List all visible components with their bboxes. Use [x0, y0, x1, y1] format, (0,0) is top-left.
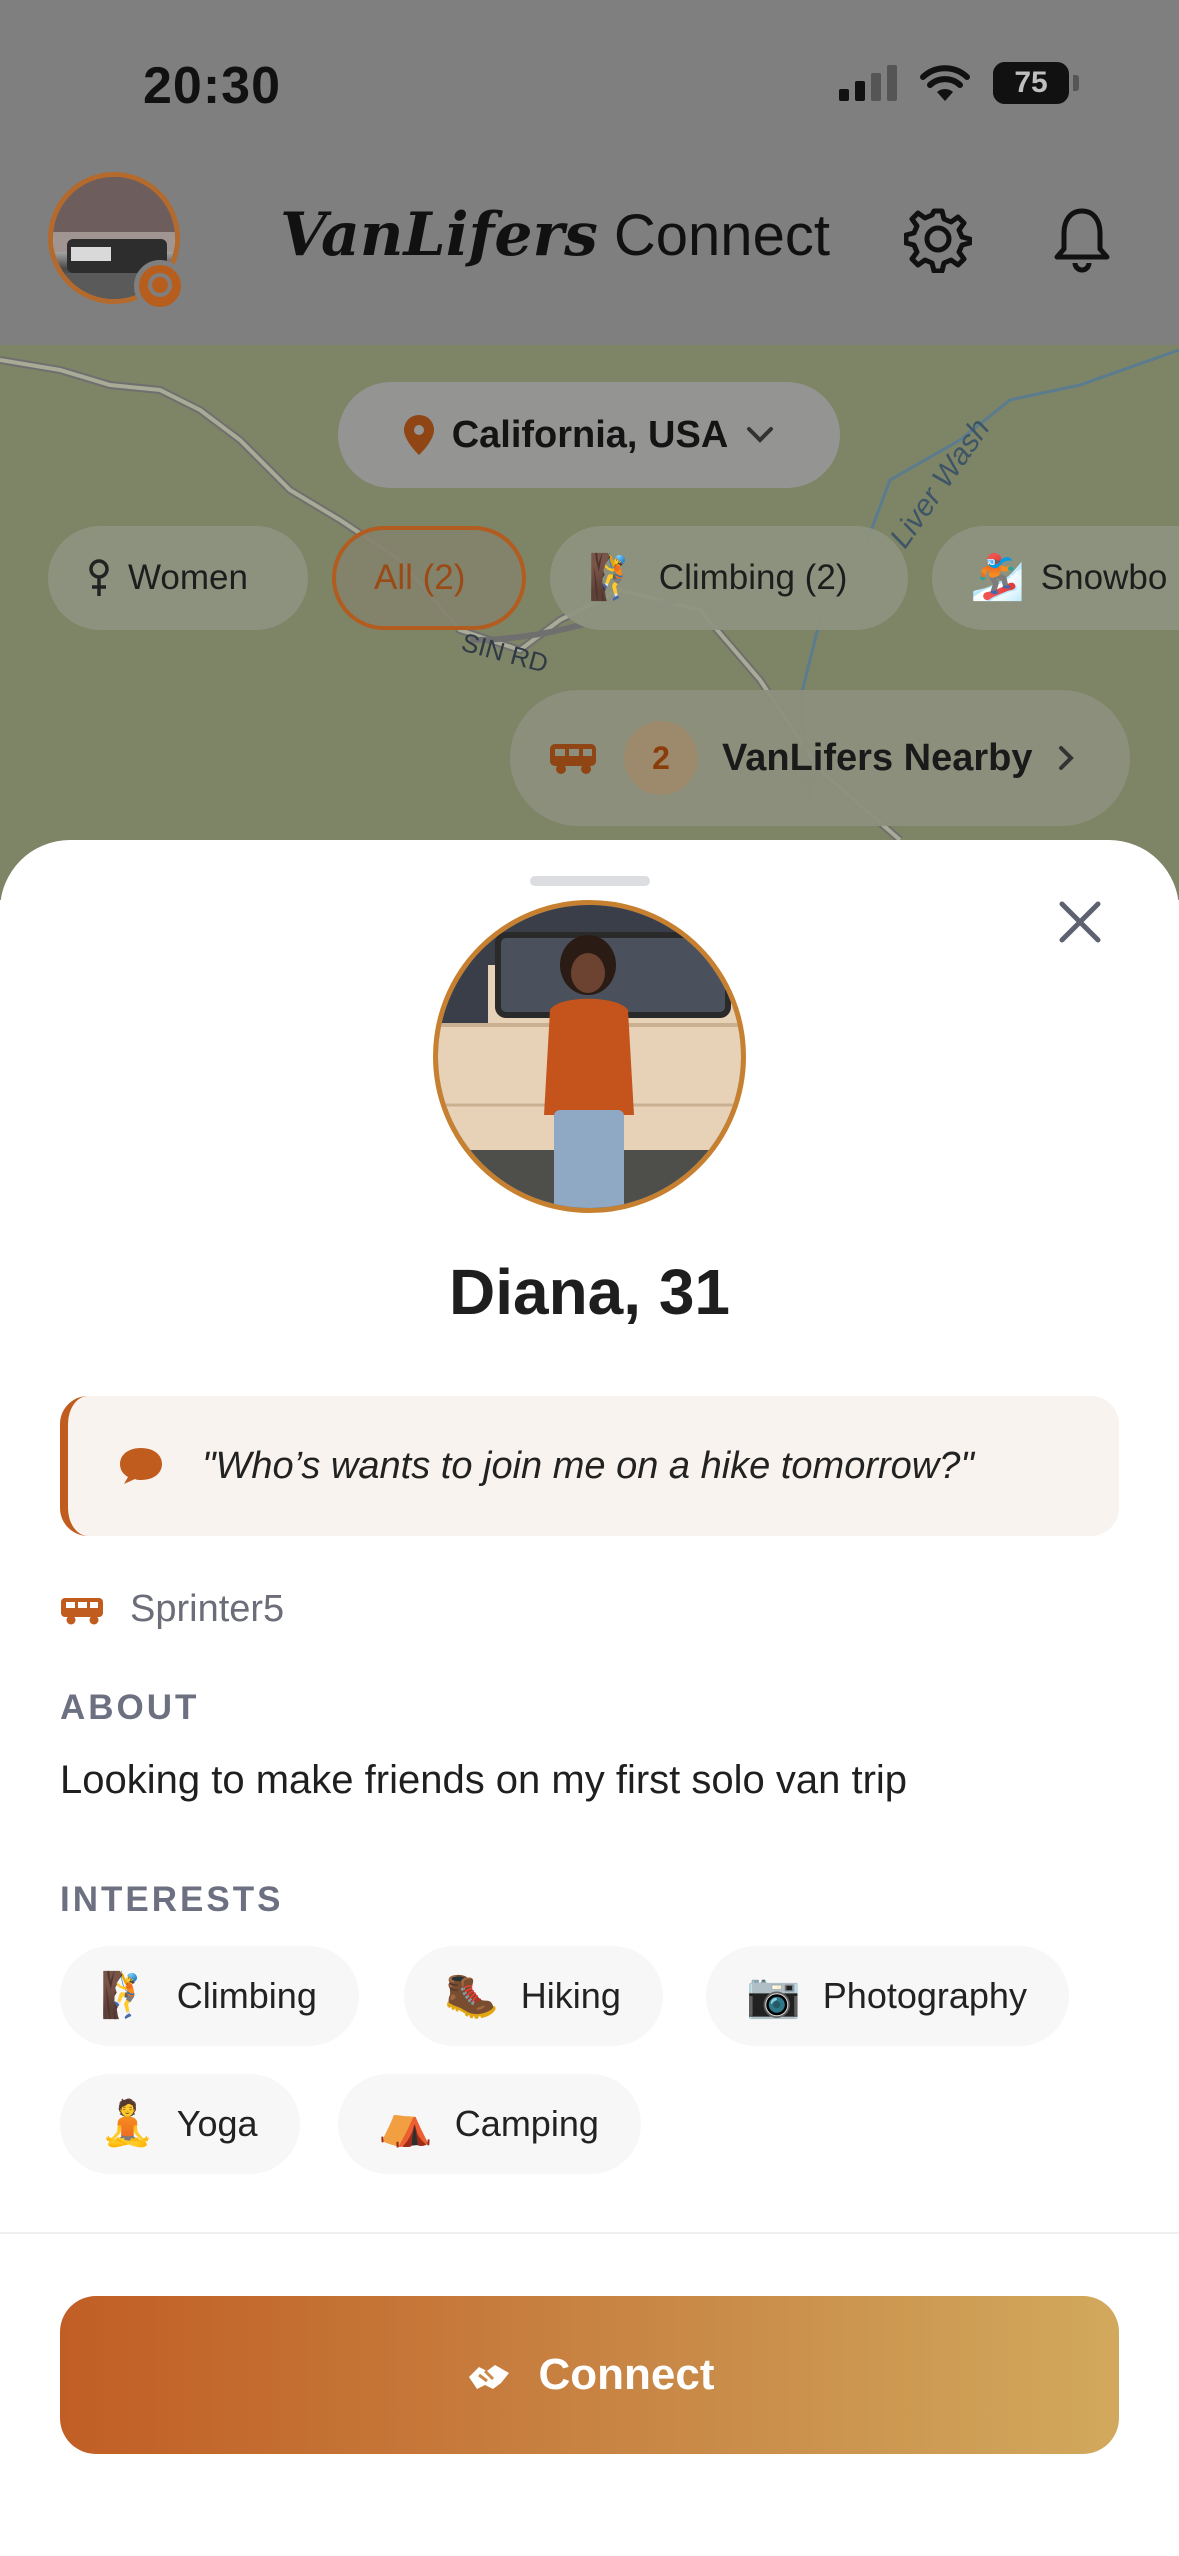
connect-button[interactable]: Connect: [60, 2296, 1119, 2454]
filter-chip-label: Snowbo: [1040, 558, 1168, 597]
status-quote: "Who’s wants to join me on a hike tomorr…: [60, 1396, 1119, 1536]
bell-icon[interactable]: [1048, 205, 1116, 273]
interest-tag-climbing: 🧗 Climbing: [60, 1946, 359, 2046]
interest-label: Yoga: [176, 2103, 258, 2144]
van-icon: [550, 744, 596, 774]
profile-sheet: Diana, 31 "Who’s wants to join me on a h…: [0, 840, 1179, 2556]
profile-photo: [433, 900, 746, 1213]
close-icon[interactable]: [1050, 892, 1110, 952]
divider: [0, 2232, 1179, 2234]
location-pin-icon: [403, 415, 434, 455]
app-title-suffix: Connect: [613, 203, 830, 268]
interest-label: Hiking: [520, 1975, 621, 2016]
status-time: 20:30: [143, 57, 281, 115]
location-selector[interactable]: California, USA: [338, 382, 840, 488]
signal-icon: [839, 65, 897, 101]
chevron-right-icon: [1059, 746, 1075, 770]
connect-label: Connect: [538, 2350, 715, 2399]
filter-chip-women[interactable]: Women: [48, 526, 308, 630]
interest-tag-camping: ⛺ Camping: [338, 2074, 641, 2174]
van-info: Sprinter5: [60, 1588, 284, 1631]
filter-chip-label: Climbing (2): [658, 558, 848, 597]
filter-chip-climbing[interactable]: 🧗 Climbing (2): [550, 526, 908, 630]
app-title: VanLifers Connect: [280, 200, 830, 270]
female-symbol-icon: [89, 559, 109, 596]
location-label: California, USA: [451, 413, 729, 456]
battery-indicator: 75: [993, 62, 1069, 104]
sheet-grabber[interactable]: [530, 876, 650, 886]
nearby-label: VanLifers Nearby: [722, 736, 1033, 779]
about-heading: ABOUT: [60, 1688, 200, 1727]
handshake-icon: [468, 2365, 509, 2389]
climbing-icon: 🧗: [588, 552, 643, 603]
vanlifers-nearby-button[interactable]: 2 VanLifers Nearby: [510, 690, 1130, 826]
chat-badge-icon: [134, 260, 186, 312]
filter-chip-all[interactable]: All (2): [332, 526, 526, 630]
speech-bubble-icon: [120, 1448, 162, 1484]
hiking-boot-icon: 🥾: [444, 1970, 499, 2021]
yoga-icon: 🧘: [100, 2098, 155, 2149]
interest-label: Photography: [822, 1975, 1027, 2016]
about-text: Looking to make friends on my first solo…: [60, 1758, 908, 1802]
interests-heading: INTERESTS: [60, 1880, 284, 1919]
camera-icon: 📷: [746, 1970, 801, 2021]
gear-icon[interactable]: [904, 205, 972, 273]
interest-label: Climbing: [176, 1975, 317, 2016]
profile-name: Diana, 31: [448, 1256, 731, 1328]
app-title-brand: VanLifers: [280, 200, 598, 270]
filter-chip-label: All (2): [374, 558, 466, 597]
filter-chip-snowboarding[interactable]: 🏂 Snowbo: [932, 526, 1179, 630]
status-icons: 75: [839, 62, 1079, 104]
wifi-icon: [920, 65, 970, 101]
quote-text: "Who’s wants to join me on a hike tomorr…: [202, 1444, 974, 1487]
chevron-down-icon: [747, 427, 774, 443]
interest-label: Camping: [454, 2103, 599, 2144]
climbing-icon: 🧗: [100, 1970, 155, 2021]
interest-tag-yoga: 🧘 Yoga: [60, 2074, 300, 2174]
filter-chip-label: Women: [128, 558, 248, 597]
snowboard-icon: 🏂: [970, 552, 1025, 603]
van-icon: [61, 1597, 103, 1624]
tent-icon: ⛺: [378, 2098, 433, 2149]
interest-tag-hiking: 🥾 Hiking: [404, 1946, 663, 2046]
interest-tag-photography: 📷 Photography: [706, 1946, 1069, 2046]
nearby-count-badge: 2: [624, 721, 698, 795]
van-name: Sprinter5: [130, 1588, 285, 1630]
